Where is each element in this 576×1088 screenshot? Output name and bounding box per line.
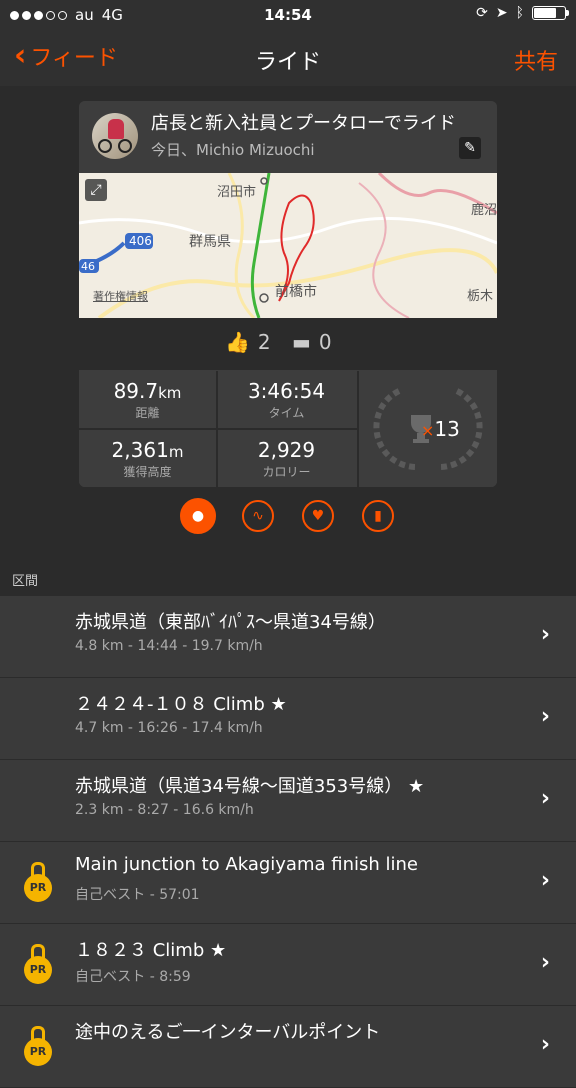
pr-medal-icon: PR (24, 1026, 52, 1066)
bar-chart-icon: ▮ (374, 508, 382, 524)
rotation-lock-icon: ⟳ (476, 5, 488, 21)
segment-row[interactable]: 赤城県道（東部ﾊﾞｲﾊﾟｽ〜県道34号線） 4.8 km - 14:44 - 1… (0, 596, 576, 678)
map-label-gunma: 群馬県 (189, 234, 231, 250)
map-label-kanuma: 鹿沼 (471, 203, 497, 218)
stat-calories: 2,929 カロリー (218, 430, 355, 487)
map-pin-icon: ● (191, 508, 205, 524)
map-view-button[interactable]: ● (180, 498, 216, 534)
stat-time: 3:46:54 タイム (218, 371, 355, 428)
time-value: 3:46:54 (247, 379, 326, 403)
segment-name: Main junction to Akagiyama finish line (75, 854, 418, 875)
stat-distance: 89.7km 距離 (79, 371, 216, 428)
kudos-button[interactable]: 👍 2 (225, 330, 271, 354)
share-button[interactable]: 共有 (514, 44, 558, 76)
elevation-label: 獲得高度 (123, 465, 172, 479)
achievements-button[interactable]: ×13 (359, 371, 497, 487)
map-label-tochigi: 栃木 (467, 289, 494, 304)
calories-label: カロリー (262, 465, 311, 479)
distance-unit: km (158, 384, 182, 402)
status-bar: au 4G 14:54 ⟳ ➤ ᛒ (0, 0, 576, 32)
route-map[interactable]: ⤢ 沼田市 群馬県 前橋市 著作権情報 406 46 鹿沼 栃木 (79, 173, 497, 318)
segment-row[interactable]: PR 途中のえるご一インターバルポイント › (0, 1006, 576, 1088)
bluetooth-icon: ᛒ (515, 5, 524, 21)
analysis-view-button[interactable]: ∿ (242, 500, 274, 532)
route-badge-46: 46 (81, 260, 95, 273)
segment-meta: 自己ベスト - 57:01 (75, 887, 200, 903)
time-label: タイム (268, 406, 305, 420)
chevron-left-icon: ‹ (14, 38, 27, 73)
chevron-right-icon: › (540, 622, 550, 647)
map-label-maebashi: 前橋市 (275, 284, 317, 300)
segment-meta: 4.7 km - 16:26 - 17.4 km/h (75, 720, 263, 736)
chevron-right-icon: › (540, 1032, 550, 1057)
segment-meta: 2.3 km - 8:27 - 16.6 km/h (75, 802, 254, 818)
back-button[interactable]: ‹ フィード (14, 40, 118, 72)
segment-name: 赤城県道（東部ﾊﾞｲﾊﾟｽ〜県道34号線） (75, 612, 386, 633)
calories-value: 2,929 (257, 438, 316, 462)
segment-name: 途中のえるご一インターバルポイント (75, 1022, 381, 1043)
distance-value: 89.7 (113, 379, 159, 403)
route-badge-406: 406 (129, 234, 152, 248)
stat-elevation: 2,361m 獲得高度 (79, 430, 216, 487)
avatar[interactable] (92, 113, 138, 159)
battery-icon (532, 6, 569, 20)
elevation-unit: m (168, 443, 184, 461)
heart-icon: ♥ (311, 508, 325, 524)
pr-medal-icon: PR (24, 944, 52, 984)
comment-count: 0 (318, 330, 332, 354)
activity-card: 店長と新入社員とプータローでライド 今日、Michio Mizuochi ✎ ⤢… (79, 101, 497, 487)
edit-button[interactable]: ✎ (459, 137, 481, 159)
comment-icon: ▬ (292, 330, 311, 354)
section-label: 区間 (12, 574, 39, 589)
status-right: ⟳ ➤ ᛒ (476, 5, 569, 21)
pulse-icon: ∿ (252, 508, 264, 524)
distance-label: 距離 (135, 406, 160, 420)
heart-rate-view-button[interactable]: ♥ (302, 500, 334, 532)
segment-name: １８２３ Climb ★ (75, 940, 227, 961)
back-label: フィード (30, 46, 118, 71)
chevron-right-icon: › (540, 704, 550, 729)
segment-meta: 4.8 km - 14:44 - 19.7 km/h (75, 638, 263, 654)
comment-button[interactable]: ▬ 0 (292, 330, 332, 354)
kudos-count: 2 (257, 330, 271, 354)
location-icon: ➤ (495, 5, 508, 21)
achievement-count: ×13 (421, 417, 460, 441)
segment-name: ２４２４-１０８ Climb ★ (75, 694, 287, 715)
chevron-right-icon: › (540, 786, 550, 811)
segment-row[interactable]: PR １８２３ Climb ★ 自己ベスト - 8:59 › (0, 924, 576, 1006)
view-toggle-bar: ● ∿ ♥ ▮ (0, 498, 576, 540)
segment-row[interactable]: 赤城県道（県道34号線〜国道353号線） ★ 2.3 km - 8:27 - 1… (0, 760, 576, 842)
segment-meta: 自己ベスト - 8:59 (75, 969, 191, 985)
elevation-value: 2,361 (111, 438, 169, 462)
activity-title: 店長と新入社員とプータローでライド (151, 113, 456, 134)
map-label-numata: 沼田市 (217, 185, 257, 200)
segment-row[interactable]: PR Main junction to Akagiyama finish lin… (0, 842, 576, 924)
segment-list: 赤城県道（東部ﾊﾞｲﾊﾟｽ〜県道34号線） 4.8 km - 14:44 - 1… (0, 596, 576, 1088)
stats-panel: 89.7km 距離 3:46:54 タイム 2,361m 獲得高度 2,929 … (79, 371, 497, 487)
navigation-bar: ‹ フィード ライド 共有 (0, 32, 576, 86)
map-copyright-link[interactable]: 著作権情報 (93, 288, 148, 304)
segment-row[interactable]: ２４２４-１０８ Climb ★ 4.7 km - 16:26 - 17.4 k… (0, 678, 576, 760)
expand-icon: ⤢ (90, 182, 102, 198)
splits-view-button[interactable]: ▮ (362, 500, 394, 532)
activity-subtitle: 今日、Michio Mizuochi (151, 141, 315, 159)
pr-medal-icon: PR (24, 862, 52, 902)
social-bar: 👍 2 ▬ 0 (79, 318, 497, 370)
activity-header: 店長と新入社員とプータローでライド 今日、Michio Mizuochi ✎ (79, 101, 497, 173)
chevron-right-icon: › (540, 950, 550, 975)
segment-name: 赤城県道（県道34号線〜国道353号線） ★ (75, 776, 425, 797)
thumbs-up-icon: 👍 (225, 330, 250, 354)
pencil-icon: ✎ (464, 140, 476, 156)
expand-map-button[interactable]: ⤢ (85, 179, 107, 201)
chevron-right-icon: › (540, 868, 550, 893)
